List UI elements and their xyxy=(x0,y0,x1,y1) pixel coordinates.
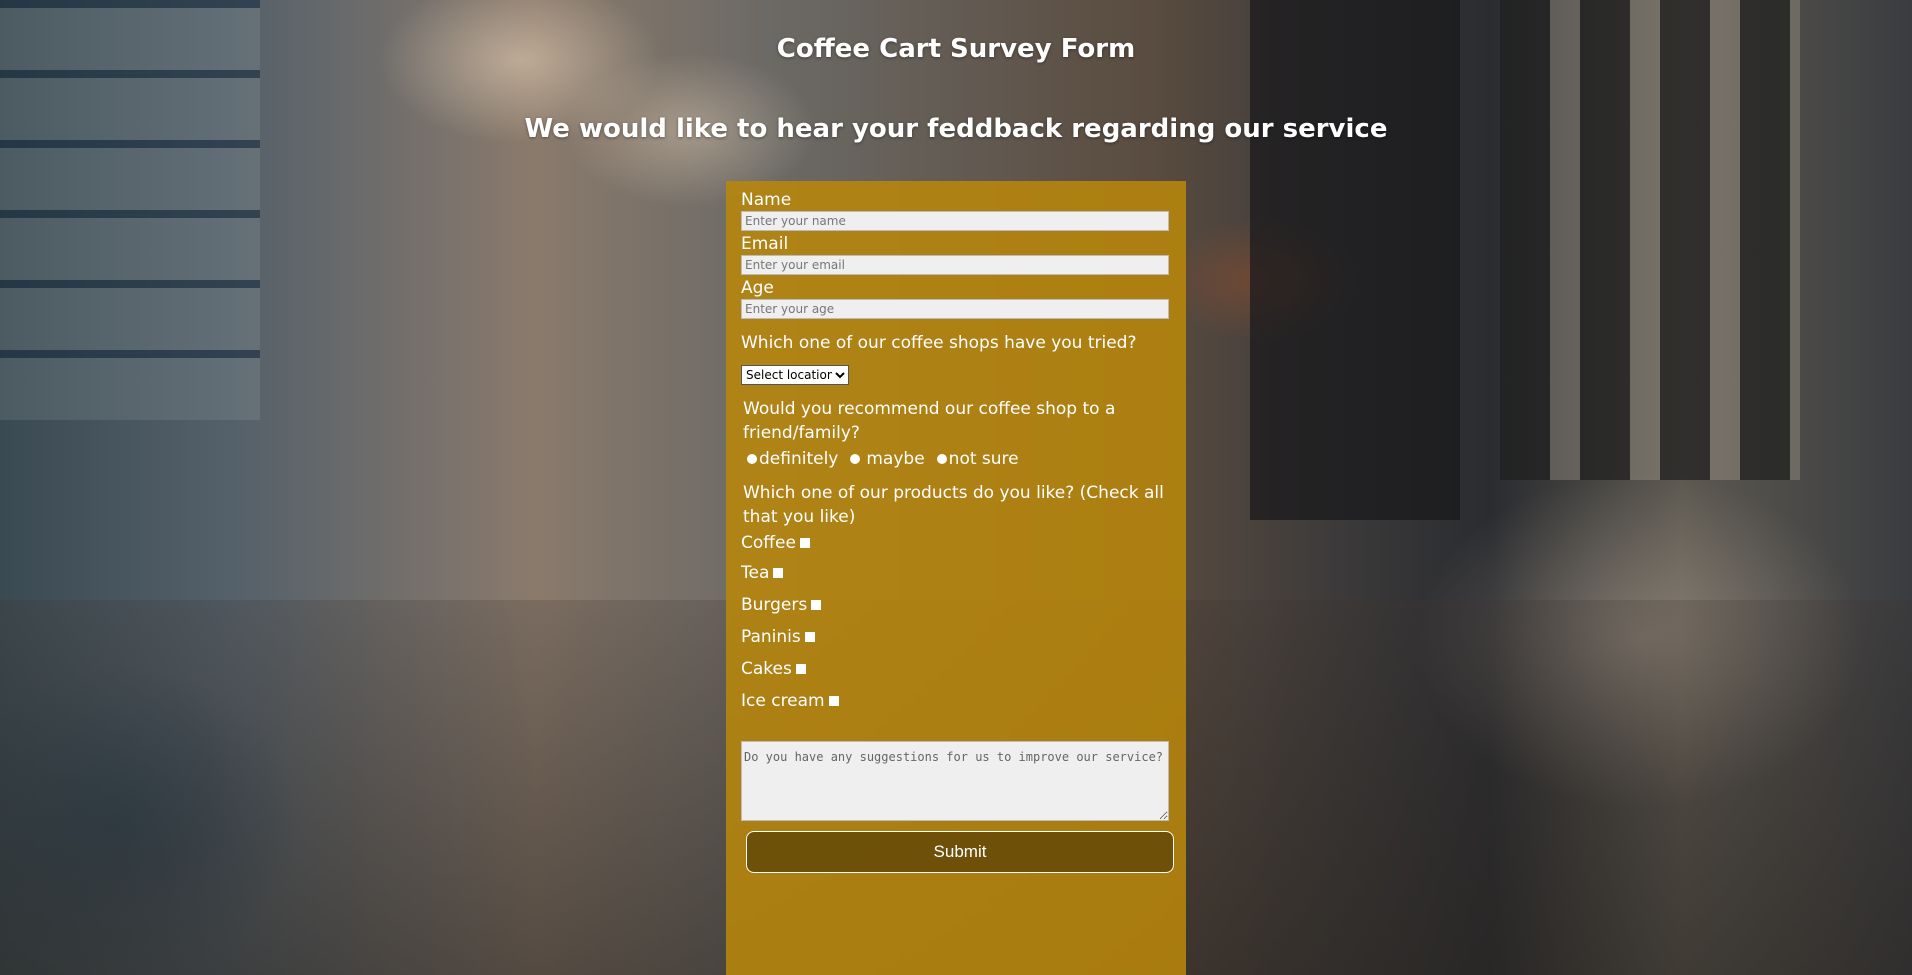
email-input[interactable] xyxy=(741,255,1169,275)
product-row-burgers: Burgers xyxy=(741,589,1171,621)
suggestions-textarea[interactable] xyxy=(741,741,1169,821)
radio-definitely[interactable] xyxy=(747,454,757,464)
radio-maybe[interactable] xyxy=(850,454,861,464)
product-label-ice-cream: Ice cream xyxy=(741,691,825,711)
name-label: Name xyxy=(741,190,792,210)
radio-not-sure[interactable] xyxy=(936,454,947,464)
background-menu-board-right xyxy=(1500,0,1800,480)
products-question: Which one of our products do you like? (… xyxy=(743,483,1164,527)
age-input[interactable] xyxy=(741,299,1169,319)
checkbox-paninis[interactable] xyxy=(804,632,815,642)
product-row-coffee: Coffee xyxy=(741,529,1171,557)
location-select[interactable]: Select location xyxy=(741,365,849,385)
product-label-tea: Tea xyxy=(741,563,770,583)
recommend-question: Would you recommend our coffee shop to a… xyxy=(743,399,1116,443)
checkbox-tea[interactable] xyxy=(773,568,784,578)
background-menu-board xyxy=(1250,0,1460,520)
product-label-coffee: Coffee xyxy=(741,533,796,553)
email-label: Email xyxy=(741,234,789,254)
page-subtitle: We would like to hear your feddback rega… xyxy=(524,114,1388,144)
product-row-cakes: Cakes xyxy=(741,653,1171,685)
product-label-burgers: Burgers xyxy=(741,595,808,615)
radio-not-sure-label: not sure xyxy=(948,449,1019,469)
age-label: Age xyxy=(741,278,774,298)
product-row-paninis: Paninis xyxy=(741,621,1171,653)
checkbox-ice-cream[interactable] xyxy=(828,696,839,706)
checkbox-coffee[interactable] xyxy=(799,538,810,548)
radio-definitely-label: definitely xyxy=(759,449,839,469)
recommend-radio-group: definitely maybe not sure xyxy=(741,447,1171,471)
survey-form: Name Email Age Which one of our coffee s… xyxy=(726,181,1186,975)
checkbox-burgers[interactable] xyxy=(811,600,822,610)
page-title: Coffee Cart Survey Form xyxy=(776,34,1136,64)
product-label-paninis: Paninis xyxy=(741,627,801,647)
product-row-ice-cream: Ice cream xyxy=(741,685,1171,717)
checkbox-cakes[interactable] xyxy=(795,664,806,674)
product-label-cakes: Cakes xyxy=(741,659,792,679)
product-row-tea: Tea xyxy=(741,557,1171,589)
radio-maybe-label: maybe xyxy=(866,449,925,469)
shops-question: Which one of our coffee shops have you t… xyxy=(741,333,1137,353)
name-input[interactable] xyxy=(741,211,1169,231)
submit-button[interactable]: Submit xyxy=(746,831,1174,873)
